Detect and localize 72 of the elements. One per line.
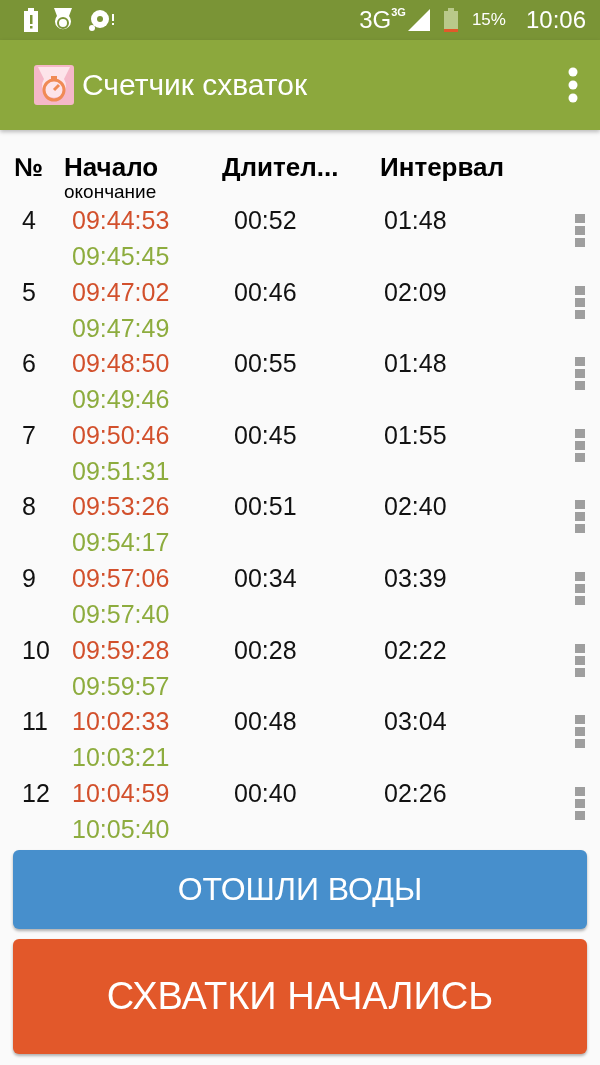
- duration: 00:52: [234, 206, 297, 234]
- battery-alert-icon: [24, 8, 38, 32]
- disc-icon: [88, 8, 116, 32]
- end-time: 09:49:46: [72, 384, 170, 416]
- interval: 02:09: [384, 277, 447, 306]
- app-title: Счетчик схваток: [82, 68, 309, 102]
- battery-icon: [443, 8, 458, 32]
- interval: 02:22: [384, 635, 447, 664]
- row-menu-icon[interactable]: [575, 786, 585, 821]
- start-time: 09:48:50: [72, 348, 170, 380]
- clock: 10:06: [525, 6, 586, 34]
- row-number: 8: [22, 492, 36, 521]
- start-time: 09:53:26: [72, 491, 170, 523]
- interval: 01:48: [384, 206, 447, 234]
- duration: 00:45: [234, 420, 297, 449]
- start-time: 10:02:33: [72, 706, 170, 738]
- network-type: 3G$^{3G}$: [359, 6, 406, 34]
- signal-icon: [407, 9, 430, 31]
- end-time: 09:45:45: [72, 241, 170, 272]
- end-time: 09:57:40: [72, 598, 170, 630]
- row-menu-icon[interactable]: [575, 214, 585, 248]
- start-time: 09:44:53: [72, 205, 170, 236]
- end-time: 09:54:17: [72, 527, 170, 559]
- interval: 03:04: [384, 707, 447, 736]
- end-time: 10:05:40: [72, 813, 170, 845]
- duration: 00:40: [234, 778, 297, 807]
- row-menu-icon[interactable]: [575, 285, 585, 320]
- duration: 00:48: [234, 707, 297, 736]
- column-subheader: окончание: [64, 183, 157, 201]
- interval: 01:48: [384, 349, 447, 378]
- column-header: Интервал: [380, 152, 505, 182]
- duration: 00:28: [234, 635, 297, 664]
- interval: 02:26: [384, 778, 447, 807]
- more-menu-icon[interactable]: [568, 67, 578, 103]
- start-time: 09:59:28: [72, 634, 170, 666]
- stopwatch-app-icon: [34, 65, 74, 105]
- start-time: 09:50:46: [72, 419, 170, 451]
- duration: 00:34: [234, 563, 297, 592]
- start-time: 09:47:02: [72, 276, 170, 308]
- start-time: 10:04:59: [72, 777, 170, 809]
- end-time: 10:03:21: [72, 742, 170, 774]
- interval: 02:40: [384, 492, 447, 521]
- row-number: 11: [22, 707, 48, 736]
- row-number: 4: [22, 206, 36, 234]
- row-number: 7: [22, 420, 36, 449]
- row-number: 12: [22, 778, 50, 807]
- column-header: №: [14, 152, 43, 182]
- end-time: 09:47:49: [72, 312, 170, 344]
- row-number: 6: [22, 349, 36, 378]
- duration: 00:55: [234, 349, 297, 378]
- row-number: 5: [22, 277, 36, 306]
- column-header: Длител...: [222, 152, 339, 182]
- interval: 01:55: [384, 420, 447, 449]
- action-button[interactable]: ОТОШЛИ ВОДЫ: [13, 850, 587, 930]
- row-menu-icon[interactable]: [575, 500, 585, 535]
- row-number: 10: [22, 635, 50, 664]
- interval: 03:39: [384, 563, 447, 592]
- action-button[interactable]: СХВАТКИ НАЧАЛИСЬ: [13, 939, 587, 1055]
- row-menu-icon[interactable]: [575, 571, 585, 606]
- row-menu-icon[interactable]: [575, 643, 585, 678]
- duration: 00:51: [234, 492, 297, 521]
- row-number: 9: [22, 563, 36, 592]
- row-menu-icon[interactable]: [575, 357, 585, 392]
- timer-app-icon: [52, 8, 74, 32]
- start-time: 09:57:06: [72, 562, 170, 594]
- row-menu-icon[interactable]: [575, 428, 585, 463]
- column-header: Начало: [64, 152, 159, 183]
- end-time: 09:51:31: [72, 455, 170, 487]
- row-menu-icon[interactable]: [575, 715, 585, 750]
- duration: 00:46: [234, 277, 297, 306]
- end-time: 09:59:57: [72, 670, 170, 702]
- battery-percent: 15%: [471, 10, 506, 30]
